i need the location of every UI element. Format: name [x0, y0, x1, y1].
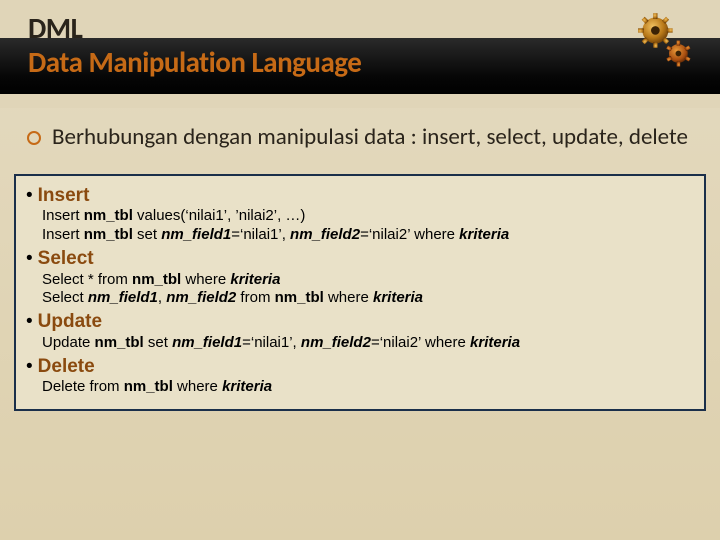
intro-paragraph: Berhubungan dengan manipulasi data : ins…	[0, 108, 720, 160]
content-box: •Insert Insert nm_tbl values(‘nilai1’, ’…	[14, 174, 706, 412]
section-select-title: •Select	[26, 247, 694, 271]
update-line-1: Update nm_tbl set nm_field1=‘nilai1’, nm…	[26, 334, 694, 353]
title-line-1: DML	[28, 10, 82, 46]
select-line-1: Select * from nm_tbl where kriteria	[26, 271, 694, 290]
bullet-ring-icon	[27, 131, 41, 145]
section-update-title: •Update	[26, 310, 694, 334]
delete-line-1: Delete from nm_tbl where kriteria	[26, 378, 694, 397]
gears-icon	[628, 6, 700, 78]
title-line-2: Data Manipulation Language	[28, 44, 361, 80]
insert-line-2: Insert nm_tbl set nm_field1=‘nilai1’, nm…	[26, 226, 694, 245]
intro-text: Berhubungan dengan manipulasi data : ins…	[36, 124, 692, 152]
select-line-2: Select nm_field1, nm_field2 from nm_tbl …	[26, 289, 694, 308]
header: DML Data Manipulation Language	[0, 0, 720, 108]
insert-line-1: Insert nm_tbl values(‘nilai1’, ’nilai2’,…	[26, 207, 694, 226]
section-delete-title: •Delete	[26, 355, 694, 379]
section-insert-title: •Insert	[26, 184, 694, 208]
